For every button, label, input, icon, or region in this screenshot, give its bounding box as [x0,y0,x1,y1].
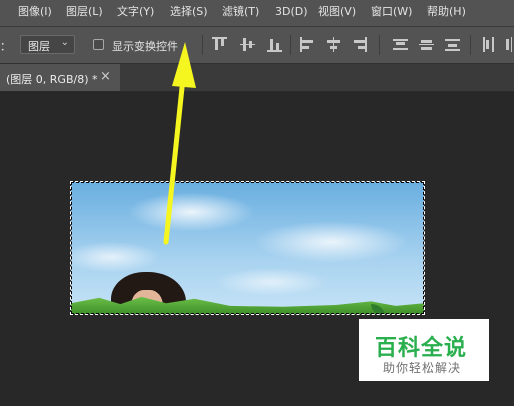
watermark-title: 百科全说 [375,336,468,361]
distribute-horizontal-center-icon[interactable] [504,37,514,52]
document-tab[interactable]: (图层 0, RGB/8) * × [0,64,120,91]
menu-type[interactable]: 文字(Y) [117,5,154,19]
document-tab-bar: (图层 0, RGB/8) * × [0,64,514,92]
show-transform-label: 显示变换控件 [112,40,178,53]
align-left-icon[interactable] [300,37,315,52]
chevron-down-icon: ⌄ [60,37,69,48]
toolbar-divider [290,35,291,55]
distribute-left-icon[interactable] [481,37,496,52]
watermark-subtitle: 助你轻松解决 [383,361,462,375]
menu-window[interactable]: 窗口(W) [371,5,412,19]
menu-help[interactable]: 帮助(H) [427,5,466,19]
align-top-icon[interactable] [212,37,227,52]
document-tab-title: (图层 0, RGB/8) * [6,73,98,86]
options-bar: ： 图层 ⌄ 显示变换控件 [0,27,514,64]
dropdown-value: 图层 [28,40,50,53]
toolbar-divider [470,35,471,55]
toolbar-divider [379,35,380,55]
menu-select[interactable]: 选择(S) [170,5,208,19]
menu-3d[interactable]: 3D(D) [275,5,308,19]
selection-marquee [70,181,425,315]
close-icon[interactable]: × [100,69,111,84]
auto-select-label: ： [0,40,11,53]
menu-view[interactable]: 视图(V) [318,5,356,19]
align-bottom-icon[interactable] [267,37,282,52]
align-vertical-center-icon[interactable] [240,37,255,52]
toolbar-divider [202,35,203,55]
auto-select-target-dropdown[interactable]: 图层 ⌄ [20,35,75,54]
align-right-icon[interactable] [352,37,367,52]
menu-layer[interactable]: 图层(L) [66,5,103,19]
show-transform-checkbox[interactable] [93,39,104,50]
watermark-badge: 百科全说 助你轻松解决 [359,319,489,381]
distribute-top-icon[interactable] [393,37,408,52]
menu-bar: 图像(I) 图层(L) 文字(Y) 选择(S) 滤镜(T) 3D(D) 视图(V… [0,0,514,27]
menu-image[interactable]: 图像(I) [18,5,52,19]
distribute-bottom-icon[interactable] [445,37,460,52]
menu-filter[interactable]: 滤镜(T) [222,5,259,19]
align-horizontal-center-icon[interactable] [326,37,341,52]
distribute-vertical-center-icon[interactable] [419,37,434,52]
